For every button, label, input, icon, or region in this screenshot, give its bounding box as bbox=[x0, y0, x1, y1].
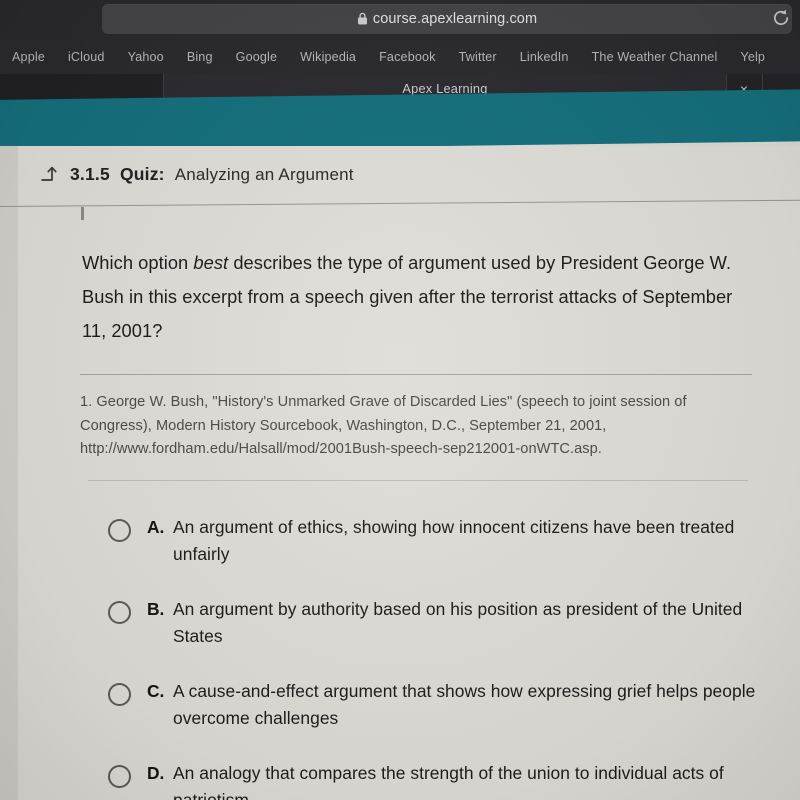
bookmark-wikipedia[interactable]: Wikipedia bbox=[300, 40, 356, 74]
page-content: 3.1.5 Quiz: Analyzing an Argument Which … bbox=[0, 146, 800, 800]
radio-button-a[interactable] bbox=[108, 519, 131, 542]
reload-button[interactable] bbox=[768, 5, 794, 31]
lock-icon bbox=[357, 6, 368, 36]
address-bar[interactable]: course.apexlearning.com bbox=[102, 4, 792, 34]
radio-button-d[interactable] bbox=[108, 765, 131, 788]
bookmark-yelp[interactable]: Yelp bbox=[740, 40, 765, 74]
bookmark-facebook[interactable]: Facebook bbox=[379, 40, 436, 74]
option-d-text: An analogy that compares the strength of… bbox=[173, 763, 724, 800]
option-a[interactable]: A. An argument of ethics, showing how in… bbox=[108, 514, 768, 568]
question-emphasis: best bbox=[193, 252, 229, 273]
header-divider bbox=[0, 199, 800, 207]
option-c-text: A cause-and-effect argument that shows h… bbox=[173, 681, 756, 728]
quiz-number: 3.1.5 bbox=[70, 164, 110, 184]
radio-button-b[interactable] bbox=[108, 601, 131, 624]
app-banner bbox=[0, 89, 800, 152]
bookmark-bing[interactable]: Bing bbox=[187, 40, 213, 74]
bookmark-apple[interactable]: Apple bbox=[12, 40, 45, 74]
option-b-text: An argument by authority based on his po… bbox=[173, 599, 743, 646]
option-c-letter: C. bbox=[147, 681, 165, 701]
bookmarks-bar: Apple iCloud Yahoo Bing Google Wikipedia… bbox=[0, 40, 800, 75]
option-d[interactable]: D. An analogy that compares the strength… bbox=[108, 760, 768, 800]
reload-icon bbox=[773, 9, 789, 26]
bookmark-icloud[interactable]: iCloud bbox=[68, 40, 105, 74]
option-b-letter: B. bbox=[147, 599, 165, 619]
quiz-header: 3.1.5 Quiz: Analyzing an Argument bbox=[38, 160, 354, 185]
option-d-letter: D. bbox=[147, 763, 165, 783]
address-bar-row: course.apexlearning.com bbox=[0, 0, 800, 40]
screenshot-root: course.apexlearning.com Apple iCloud Yah… bbox=[0, 0, 800, 800]
citation-text: 1. George W. Bush, "History's Unmarked G… bbox=[80, 394, 687, 457]
bookmark-yahoo[interactable]: Yahoo bbox=[128, 40, 164, 74]
address-bar-url: course.apexlearning.com bbox=[372, 11, 538, 27]
option-a-text: An argument of ethics, showing how innoc… bbox=[173, 517, 735, 564]
citation-rule-top bbox=[80, 374, 752, 375]
quiz-type-label: Quiz: bbox=[119, 164, 165, 184]
bookmark-google[interactable]: Google bbox=[236, 40, 278, 74]
progress-tick bbox=[81, 207, 84, 220]
bookmark-twitter[interactable]: Twitter bbox=[459, 40, 497, 74]
browser-chrome: course.apexlearning.com Apple iCloud Yah… bbox=[0, 0, 800, 104]
address-bar-text: course.apexlearning.com bbox=[102, 4, 792, 34]
bookmark-the-weather-channel[interactable]: The Weather Channel bbox=[592, 40, 718, 74]
answer-options: A. An argument of ethics, showing how in… bbox=[108, 514, 768, 800]
back-arrow-icon[interactable] bbox=[38, 163, 60, 188]
left-gutter bbox=[0, 146, 18, 800]
question-text: Which option best describes the type of … bbox=[82, 246, 750, 348]
option-b[interactable]: B. An argument by authority based on his… bbox=[108, 596, 768, 650]
citation-rule-bottom bbox=[88, 480, 748, 481]
option-c[interactable]: C. A cause-and-effect argument that show… bbox=[108, 678, 768, 732]
bookmark-linkedin[interactable]: LinkedIn bbox=[520, 40, 569, 74]
question-part-1: Which option bbox=[82, 252, 194, 273]
bookmarks-list: Apple iCloud Yahoo Bing Google Wikipedia… bbox=[12, 40, 796, 74]
option-a-letter: A. bbox=[147, 517, 165, 537]
radio-button-c[interactable] bbox=[108, 683, 131, 706]
quiz-title: Analyzing an Argument bbox=[174, 165, 354, 184]
